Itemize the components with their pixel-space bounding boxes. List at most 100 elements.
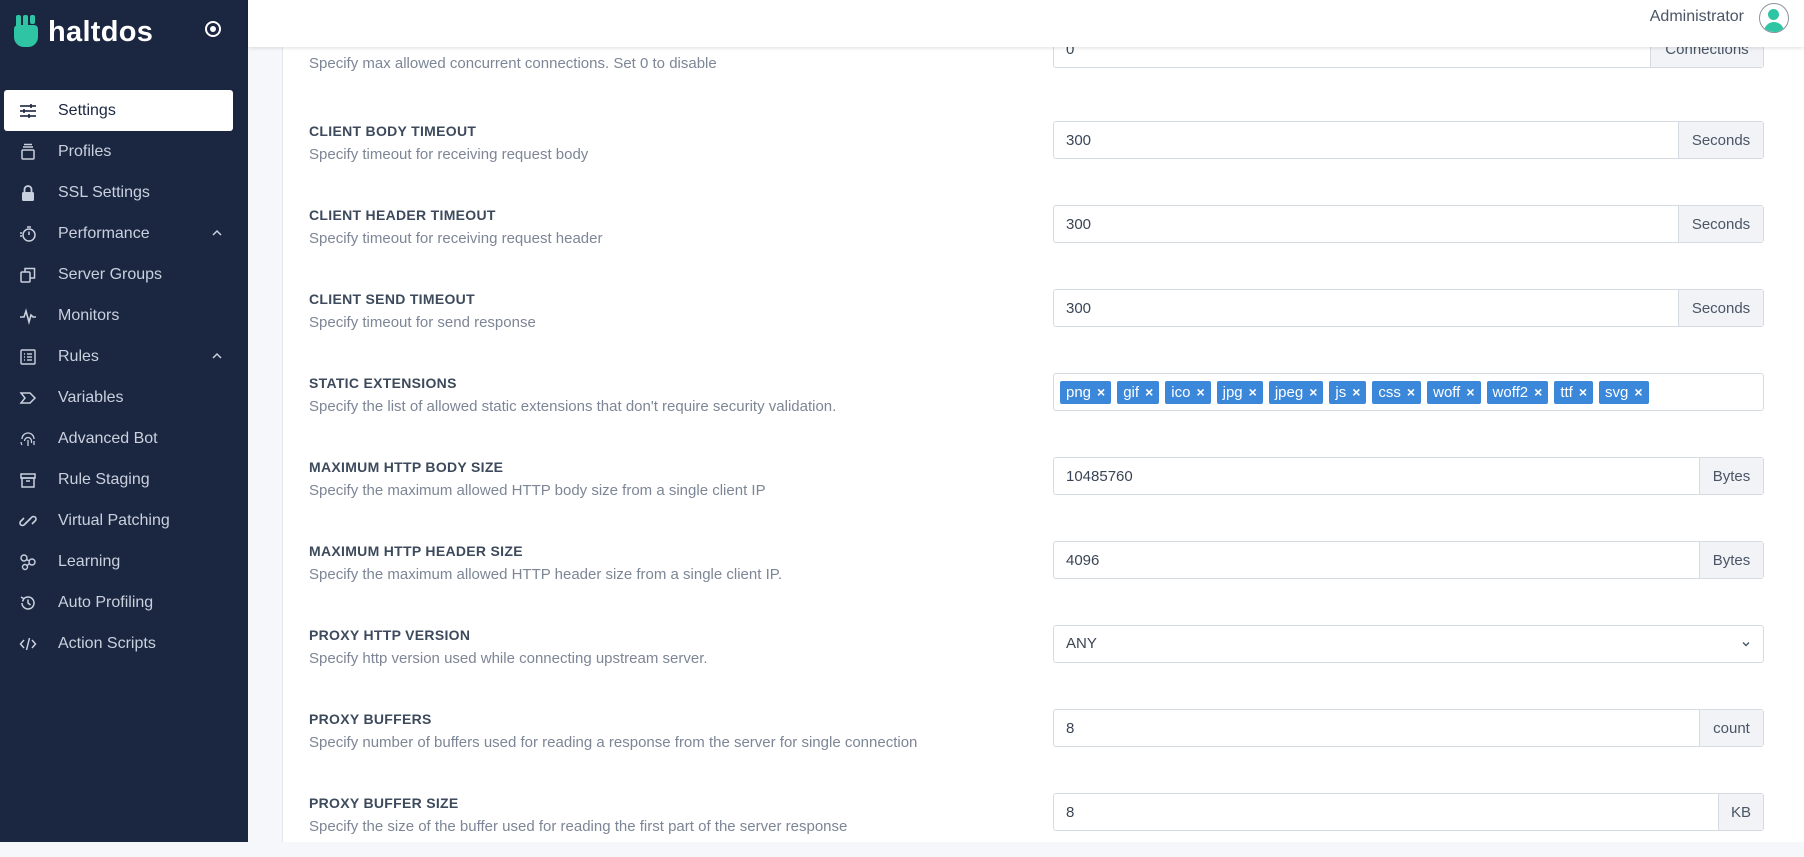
proxy-buffers-field: count <box>1053 709 1764 747</box>
sidebar-item-action-scripts[interactable]: Action Scripts <box>4 623 233 664</box>
molecule-icon <box>18 552 38 572</box>
sidebar-item-settings[interactable]: Settings <box>4 90 233 131</box>
proxy-buffer-size-input[interactable] <box>1054 794 1718 830</box>
brand-logo[interactable]: haltdos <box>12 12 153 52</box>
setting-title: MAXIMUM HTTP BODY SIZE <box>309 459 504 475</box>
tag-remove-icon[interactable]: × <box>1145 381 1153 404</box>
setting-proxy-buffer-size: PROXY BUFFER SIZE Specify the size of th… <box>309 787 1779 857</box>
client-header-timeout-input[interactable] <box>1054 206 1678 242</box>
brand-name: haltdos <box>48 15 154 48</box>
max-http-header-size-input[interactable] <box>1054 542 1698 578</box>
tag-remove-icon[interactable]: × <box>1407 381 1415 404</box>
sidebar-item-label: Rule Staging <box>58 470 150 488</box>
tag-remove-icon[interactable]: × <box>1309 381 1317 404</box>
tag-remove-icon[interactable]: × <box>1466 381 1474 404</box>
setting-title: CLIENT SEND TIMEOUT <box>309 291 475 307</box>
tag-remove-icon[interactable]: × <box>1196 381 1204 404</box>
sidebar-item-rules[interactable]: Rules <box>4 336 233 377</box>
client-body-timeout-field: Seconds <box>1053 121 1764 159</box>
tag-chip: png × <box>1060 381 1112 404</box>
proxy-buffers-input[interactable] <box>1054 710 1698 746</box>
setting-title: PROXY BUFFER SIZE <box>309 795 459 811</box>
static-extensions-tag-input[interactable]: png × gif × ico × jpg × jpeg × js × css × woff ×… <box>1053 373 1764 411</box>
chevron-up-icon[interactable] <box>209 348 225 364</box>
setting-description: Specify the size of the buffer used for … <box>309 818 848 835</box>
tag-chip: js × <box>1329 381 1367 404</box>
client-header-timeout-field: Seconds <box>1053 205 1764 243</box>
sidebar-item-label: Variables <box>58 388 124 406</box>
tag-chip: woff × <box>1427 381 1481 404</box>
sidebar-nav: Settings Profiles SSL Settings Performan… <box>4 90 233 664</box>
setting-description: Specify number of buffers used for readi… <box>309 734 918 751</box>
tag-remove-icon[interactable]: × <box>1579 381 1587 404</box>
setting-description: Specify timeout for send response <box>309 314 536 331</box>
sliders-icon <box>18 101 38 121</box>
fingerprint-icon <box>18 429 38 449</box>
unit-addon: Bytes <box>1699 458 1763 494</box>
proxy-http-version-select[interactable]: ANY <box>1053 625 1764 663</box>
setting-title: PROXY HTTP VERSION <box>309 627 471 643</box>
sidebar-item-performance[interactable]: Performance <box>4 213 233 254</box>
sidebar-item-label: Auto Profiling <box>58 593 154 611</box>
chevron-up-icon[interactable] <box>209 225 225 241</box>
sidebar-item-profiles[interactable]: Profiles <box>4 131 233 172</box>
haltdos-logo-icon <box>12 15 42 49</box>
sidebar-item-label: Settings <box>58 101 116 119</box>
pulse-icon <box>18 306 38 326</box>
tag-remove-icon[interactable]: × <box>1634 381 1642 404</box>
tag-chip: jpeg × <box>1268 381 1324 404</box>
tag-chip: woff2 × <box>1486 381 1549 404</box>
sidebar-item-label: Rules <box>58 347 99 365</box>
sidebar-item-variables[interactable]: Variables <box>4 377 233 418</box>
sidebar-item-auto-profiling[interactable]: Auto Profiling <box>4 582 233 623</box>
sidebar-item-learning[interactable]: Learning <box>4 541 233 582</box>
tag-chip: jpg × <box>1216 381 1263 404</box>
client-send-timeout-field: Seconds <box>1053 289 1764 327</box>
sidebar-item-label: Monitors <box>58 306 120 324</box>
tag-remove-icon[interactable]: × <box>1352 381 1360 404</box>
setting-title: PROXY BUFFERS <box>309 711 432 727</box>
link-icon <box>18 511 38 531</box>
setting-title: CLIENT BODY TIMEOUT <box>309 123 477 139</box>
sidebar-item-server-groups[interactable]: Server Groups <box>4 254 233 295</box>
tag-icon <box>18 388 38 408</box>
setting-description: Specify the maximum allowed HTTP header … <box>309 566 782 583</box>
sidebar-item-ssl-settings[interactable]: SSL Settings <box>4 172 233 213</box>
sidebar-item-label: Performance <box>58 224 150 242</box>
setting-proxy-http-version: PROXY HTTP VERSION Specify http version … <box>309 619 1779 689</box>
tag-chip: ttf × <box>1554 381 1594 404</box>
setting-max-http-header-size: MAXIMUM HTTP HEADER SIZE Specify the max… <box>309 535 1779 605</box>
client-body-timeout-input[interactable] <box>1054 122 1678 158</box>
copy-icon <box>18 265 38 285</box>
top-bar: Administrator <box>248 0 1804 47</box>
client-send-timeout-input[interactable] <box>1054 290 1678 326</box>
setting-description: Specify max allowed concurrent connectio… <box>309 55 717 72</box>
tag-remove-icon[interactable]: × <box>1097 381 1105 404</box>
stopwatch-icon <box>18 224 38 244</box>
proxy-buffer-size-field: KB <box>1053 793 1764 831</box>
tag-remove-icon[interactable]: × <box>1534 381 1542 404</box>
sidebar-toggle-icon[interactable] <box>205 21 221 37</box>
sidebar-item-label: Advanced Bot <box>58 429 158 447</box>
tag-chip: ico × <box>1165 381 1211 404</box>
archive-icon <box>18 470 38 490</box>
sidebar-item-advanced-bot[interactable]: Advanced Bot <box>4 418 233 459</box>
avatar[interactable] <box>1759 3 1789 33</box>
max-http-body-size-input[interactable] <box>1054 458 1698 494</box>
setting-description: Specify timeout for receiving request he… <box>309 230 603 247</box>
setting-title: STATIC EXTENSIONS <box>309 375 457 391</box>
stack-icon <box>18 142 38 162</box>
sidebar-item-virtual-patching[interactable]: Virtual Patching <box>4 500 233 541</box>
setting-max-http-body-size: MAXIMUM HTTP BODY SIZE Specify the maxim… <box>309 451 1779 521</box>
setting-description: Specify the list of allowed static exten… <box>309 398 837 415</box>
sidebar-item-rule-staging[interactable]: Rule Staging <box>4 459 233 500</box>
tag-remove-icon[interactable]: × <box>1249 381 1257 404</box>
sidebar-item-monitors[interactable]: Monitors <box>4 295 233 336</box>
tag-chip: gif × <box>1117 381 1160 404</box>
unit-addon: Seconds <box>1678 290 1763 326</box>
unit-addon: Seconds <box>1678 122 1763 158</box>
setting-title: CLIENT HEADER TIMEOUT <box>309 207 496 223</box>
user-name[interactable]: Administrator <box>1650 8 1744 26</box>
tag-chip: css × <box>1372 381 1422 404</box>
setting-title: MAXIMUM HTTP HEADER SIZE <box>309 543 523 559</box>
